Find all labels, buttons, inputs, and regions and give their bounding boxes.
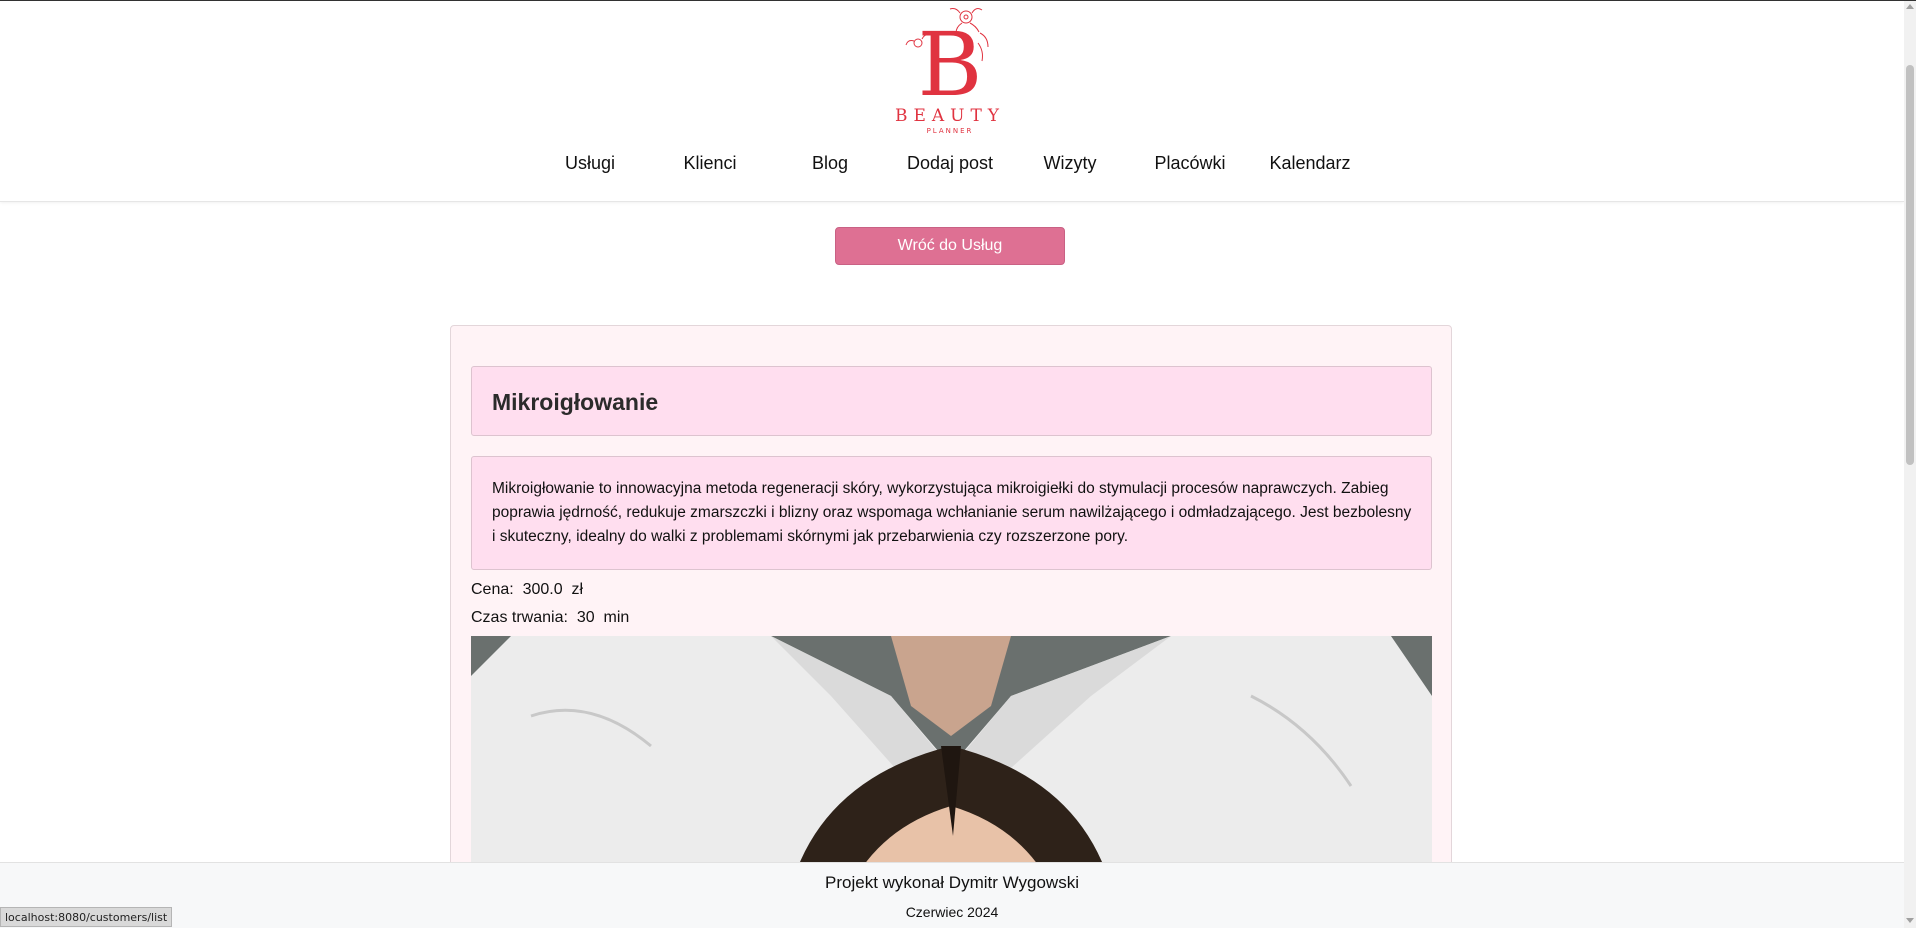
service-title: Mikroigłowanie [492,389,659,415]
footer-date: Czerwiec 2024 [905,904,999,920]
service-detail-card: Mikroigłowanie Mikroigłowanie to innowac… [450,325,1452,928]
svg-text:B: B [918,13,983,103]
nav-item-uslugi[interactable]: Usługi [530,153,650,174]
vertical-scrollbar[interactable] [1904,1,1916,928]
brand-subtitle: PLANNER [926,127,974,135]
price-unit: zł [571,581,584,598]
service-price: Cena: 300.0 zł [471,581,583,599]
service-duration: Czas trwania: 30 min [471,609,629,627]
status-bar-url: localhost:8080/customers/list [0,907,173,927]
scroll-up-arrow-icon[interactable] [1906,4,1914,9]
service-title-panel: Mikroigłowanie [471,366,1432,436]
nav-item-placowki[interactable]: Placówki [1130,153,1250,174]
nav-item-kalendarz[interactable]: Kalendarz [1250,153,1370,174]
main-nav: Usługi Klienci Blog Dodaj post Wizyty Pl… [0,153,1904,183]
footer-author: Projekt wykonał Dymitr Wygowski [825,873,1079,892]
price-label: Cena: [471,581,514,598]
site-header: B BEAUTY PLANNER Usługi Klienci Blog Dod… [0,1,1904,202]
logo-b-emblem-icon: B [905,8,989,116]
price-value: 300.0 [522,581,563,598]
site-footer: Projekt wykonał Dymitr Wygowski Czerwiec… [0,862,1904,928]
brand-name: BEAUTY [894,106,1006,126]
duration-label: Czas trwania: [471,609,568,626]
duration-value: 30 [576,609,595,626]
nav-item-blog[interactable]: Blog [770,153,890,174]
service-description: Mikroigłowanie to innowacyjna metoda reg… [492,480,1412,545]
back-to-services-button[interactable]: Wróć do Usług [835,227,1065,265]
scrollbar-thumb[interactable] [1906,65,1914,465]
nav-item-klienci[interactable]: Klienci [650,153,770,174]
nav-item-wizyty[interactable]: Wizyty [1010,153,1130,174]
service-description-panel: Mikroigłowanie to innowacyjna metoda reg… [471,456,1432,570]
scroll-down-arrow-icon[interactable] [1906,918,1914,923]
brand-logo[interactable]: B BEAUTY PLANNER [890,3,1010,137]
duration-unit: min [603,609,630,626]
nav-item-dodaj-post[interactable]: Dodaj post [890,153,1010,174]
